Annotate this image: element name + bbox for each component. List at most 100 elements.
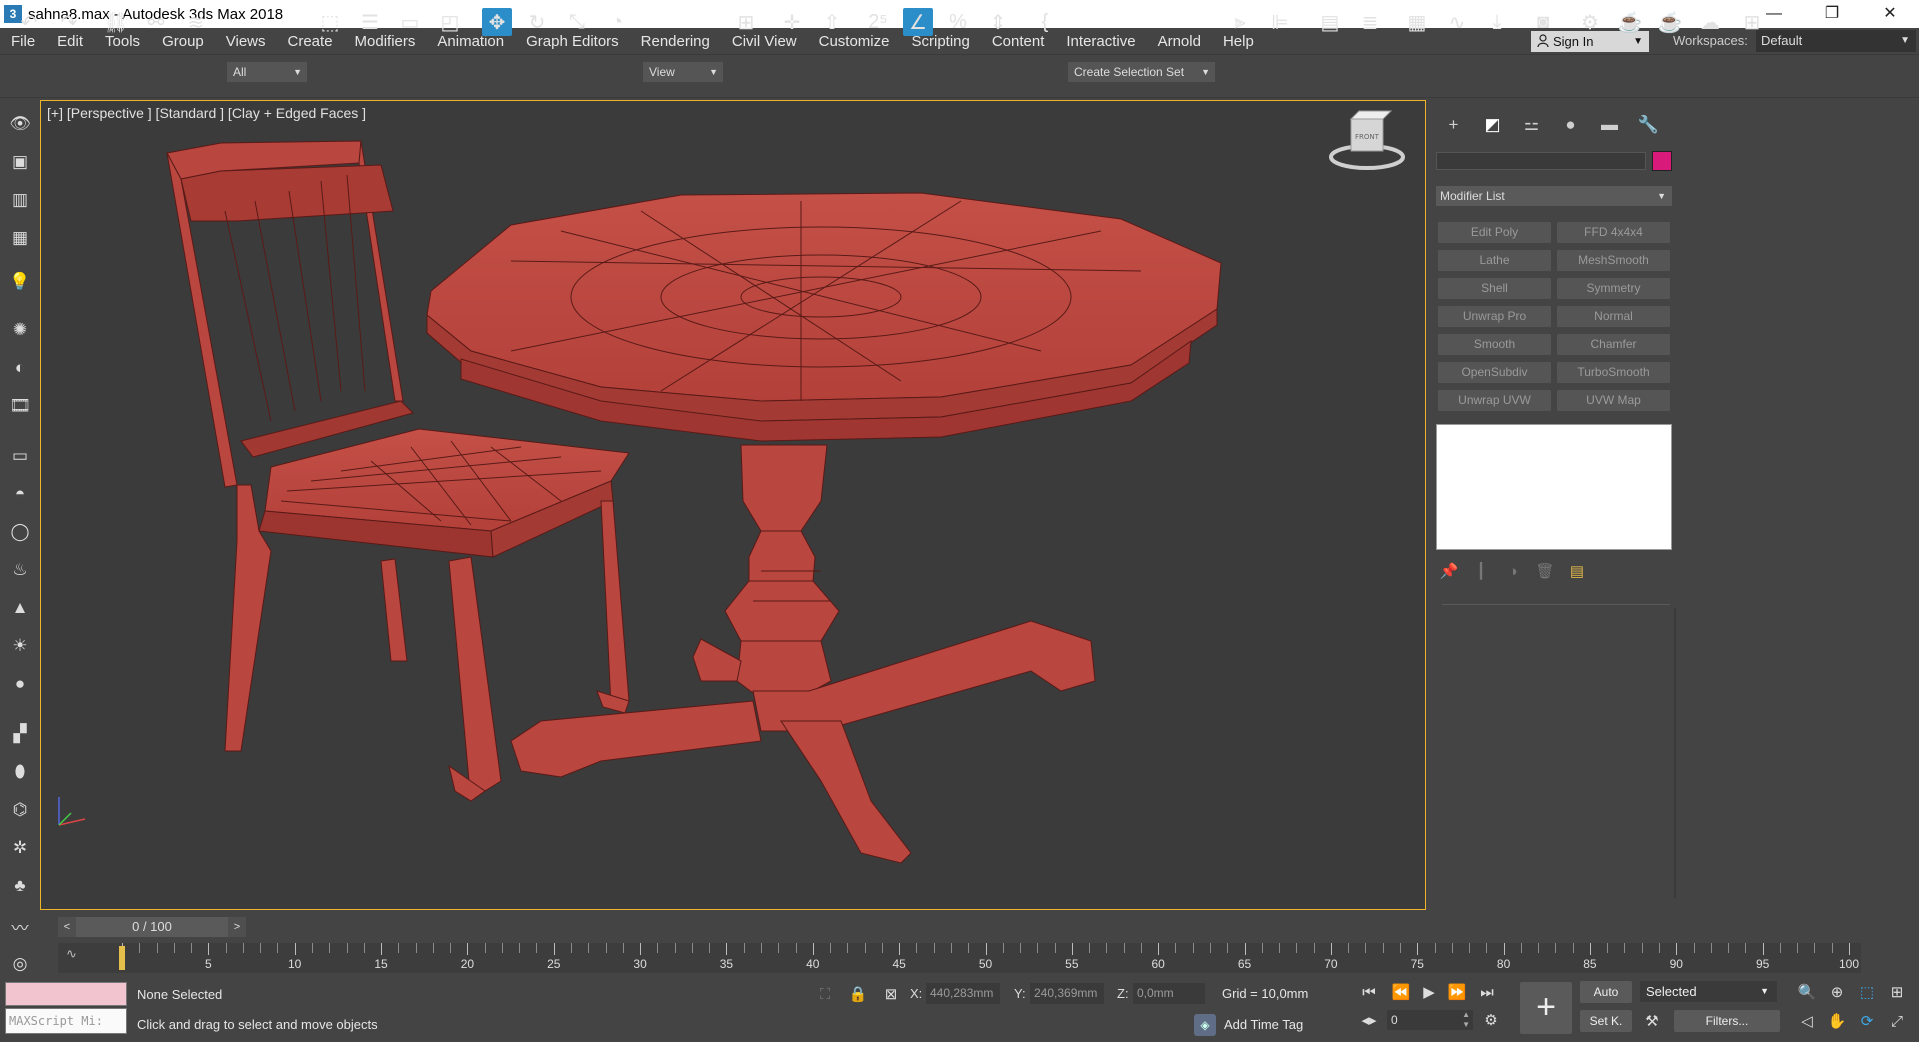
- viewcube-icon[interactable]: FRONT: [1329, 110, 1405, 170]
- goto-end-icon[interactable]: ⏭: [1476, 981, 1498, 1003]
- render-icon[interactable]: ☕: [1655, 8, 1685, 36]
- spinner-arrows-icon[interactable]: ▲ ▼: [1462, 1010, 1470, 1030]
- orbit-icon[interactable]: ⟳: [1856, 1010, 1878, 1032]
- bind-spacewarp-icon[interactable]: ≋: [181, 8, 211, 36]
- zoom-icon[interactable]: 🔍: [1796, 981, 1818, 1003]
- key-filters-icon[interactable]: ⚒: [1641, 1010, 1663, 1032]
- goto-start-icon[interactable]: ⏮: [1358, 981, 1380, 1003]
- sphere-icon[interactable]: ◯: [8, 520, 32, 544]
- utilities-tab[interactable]: 🔧: [1629, 112, 1668, 138]
- modifier-lathe-button[interactable]: Lathe: [1438, 250, 1551, 271]
- modifier-symmetry-button[interactable]: Symmetry: [1557, 278, 1670, 299]
- modifier-ffd-button[interactable]: FFD 4x4x4: [1557, 222, 1670, 243]
- play-icon[interactable]: ▶: [1418, 981, 1440, 1003]
- previous-frame-icon[interactable]: ⏪: [1390, 981, 1412, 1003]
- undo-icon[interactable]: ↶: [14, 8, 44, 36]
- unlink-icon[interactable]: ⚯: [141, 8, 171, 36]
- keyboard-shortcut-icon[interactable]: ⇧: [817, 8, 847, 36]
- select-rotate-icon[interactable]: ↻: [522, 8, 552, 36]
- walkthrough-icon[interactable]: ◎: [8, 952, 32, 976]
- window-crossing-icon[interactable]: ◰: [435, 8, 465, 36]
- gear-icon[interactable]: ✲: [8, 836, 32, 860]
- teapot-icon[interactable]: ♨: [8, 558, 32, 582]
- time-config-icon[interactable]: ⚙: [1480, 1009, 1502, 1031]
- time-slider-next-button[interactable]: >: [228, 917, 246, 937]
- select-manipulate-icon[interactable]: ✛: [777, 8, 807, 36]
- z-coord-field[interactable]: 0,0mm: [1133, 983, 1205, 1004]
- reference-coord-dropdown[interactable]: View ▼: [643, 62, 723, 82]
- hair-icon[interactable]: 〰: [8, 914, 32, 938]
- selection-filter-dropdown[interactable]: All ▼: [227, 62, 307, 82]
- cone-icon[interactable]: ▲: [8, 596, 32, 620]
- menu-interactive[interactable]: Interactive: [1055, 33, 1146, 50]
- set-key-big-button[interactable]: +: [1520, 982, 1572, 1034]
- angle-snap-icon[interactable]: ∠: [903, 8, 933, 36]
- bone-icon[interactable]: ⌬: [8, 798, 32, 822]
- orb-icon[interactable]: ●: [8, 672, 32, 696]
- pan-icon[interactable]: ✋: [1826, 1010, 1848, 1032]
- select-place-icon[interactable]: ◔: [602, 8, 632, 36]
- close-button[interactable]: ✕: [1861, 0, 1919, 28]
- absolute-mode-icon[interactable]: ⊠: [880, 983, 902, 1005]
- scene-explorer-icon[interactable]: ▦: [1402, 8, 1432, 36]
- time-playhead[interactable]: [119, 946, 125, 970]
- current-frame-field[interactable]: 0 ▲ ▼: [1387, 1010, 1473, 1030]
- link-icon[interactable]: ⛓: [101, 8, 131, 36]
- modifier-smooth-button[interactable]: Smooth: [1438, 334, 1551, 355]
- zoom-all-icon[interactable]: ⊕: [1826, 981, 1848, 1003]
- selection-lock-icon[interactable]: 🔒: [847, 983, 869, 1005]
- selection-set-dropdown[interactable]: Create Selection Set ▼: [1068, 62, 1215, 82]
- key-mode-dropdown[interactable]: Selected ▼: [1640, 981, 1777, 1002]
- time-tag-icon[interactable]: ◈: [1194, 1014, 1216, 1036]
- display-tab[interactable]: ▬: [1590, 112, 1629, 138]
- zoom-extents-icon[interactable]: ⬚: [1856, 981, 1878, 1003]
- rect-region-icon[interactable]: ▭: [395, 8, 425, 36]
- modifier-uvw-map-button[interactable]: UVW Map: [1557, 390, 1670, 411]
- configure-sets-icon[interactable]: ▤: [1566, 560, 1588, 582]
- capsule-icon[interactable]: ⬮: [8, 760, 32, 784]
- curve-editor-mini-icon[interactable]: ∿: [66, 946, 90, 966]
- isolate-selection-icon[interactable]: ⛶: [814, 983, 836, 1005]
- redo-icon[interactable]: ↷: [54, 8, 84, 36]
- select-object-icon[interactable]: ⬚: [315, 8, 345, 36]
- perspective-viewport[interactable]: FRONT [+] [Perspective ] [Standard ] [Cl…: [40, 100, 1426, 910]
- add-time-tag[interactable]: Add Time Tag: [1224, 1017, 1303, 1032]
- key-mode-toggle-icon[interactable]: ◂▸: [1358, 1009, 1380, 1031]
- menu-views[interactable]: Views: [215, 33, 277, 50]
- modifier-unwrap-pro-button[interactable]: Unwrap Pro: [1438, 306, 1551, 327]
- workspace-select[interactable]: Default ▼: [1756, 30, 1916, 52]
- time-slider-prev-button[interactable]: <: [58, 917, 76, 937]
- render-setup-icon[interactable]: ⚙: [1575, 8, 1605, 36]
- modifier-chamfer-button[interactable]: Chamfer: [1557, 334, 1670, 355]
- modifier-normal-button[interactable]: Normal: [1557, 306, 1670, 327]
- x-coord-field[interactable]: 440,283mm: [926, 983, 1000, 1004]
- curve-editor-icon[interactable]: ∿: [1442, 8, 1472, 36]
- modifier-shell-button[interactable]: Shell: [1438, 278, 1551, 299]
- schematic-view-icon[interactable]: ⤓: [1482, 8, 1512, 36]
- modifier-meshsmooth-button[interactable]: MeshSmooth: [1557, 250, 1670, 271]
- field-of-view-icon[interactable]: ◁: [1796, 1010, 1818, 1032]
- material-editor-icon[interactable]: ◙: [1528, 8, 1558, 36]
- list-icon[interactable]: ▥: [8, 188, 32, 212]
- object-color-swatch[interactable]: [1652, 151, 1672, 171]
- menu-rendering[interactable]: Rendering: [630, 33, 721, 50]
- motion-tab[interactable]: ●: [1551, 112, 1590, 138]
- show-end-result-icon[interactable]: ┃: [1470, 560, 1492, 582]
- auto-key-button[interactable]: Auto: [1580, 981, 1632, 1003]
- a360-gallery-icon[interactable]: ⊞: [1737, 8, 1767, 36]
- menu-arnold[interactable]: Arnold: [1147, 33, 1212, 50]
- select-by-name-icon[interactable]: ☰: [355, 8, 385, 36]
- render-cloud-icon[interactable]: ☁: [1695, 8, 1725, 36]
- plane-icon[interactable]: ▭: [8, 444, 32, 468]
- maxscript-listener-field[interactable]: MAXScript Mi:: [5, 1008, 127, 1034]
- hierarchy-tab[interactable]: ⚍: [1512, 112, 1551, 138]
- modifier-edit-poly-button[interactable]: Edit Poly: [1438, 222, 1551, 243]
- film-icon[interactable]: 🎞: [8, 394, 32, 418]
- pin-stack-icon[interactable]: 📌: [1438, 560, 1460, 582]
- maximize-viewport-icon[interactable]: ⤢: [1886, 1010, 1908, 1032]
- create-tab[interactable]: +: [1434, 112, 1473, 138]
- plant-icon[interactable]: ♣: [8, 874, 32, 898]
- set-key-button[interactable]: Set K.: [1580, 1010, 1632, 1032]
- layer-explorer-icon[interactable]: ▤: [1315, 8, 1345, 36]
- next-frame-icon[interactable]: ⏩: [1446, 981, 1468, 1003]
